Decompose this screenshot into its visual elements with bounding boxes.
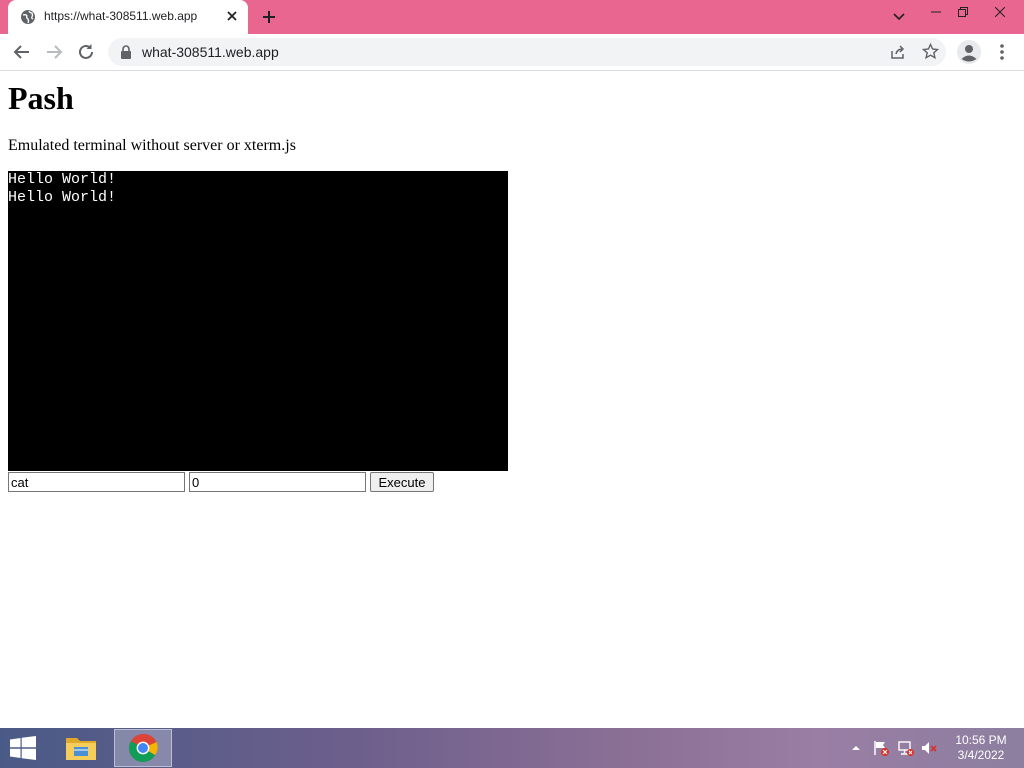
network-icon[interactable] xyxy=(898,740,914,756)
taskbar: 10:56 PM 3/4/2022 xyxy=(0,728,1024,768)
browser-tab-strip: https://what-308511.web.app xyxy=(0,0,1024,34)
lock-icon[interactable] xyxy=(120,45,132,59)
minimize-icon xyxy=(931,11,941,13)
chevron-down-icon xyxy=(893,13,905,21)
terminal-output: Hello World! Hello World! xyxy=(8,171,508,471)
back-arrow-icon[interactable] xyxy=(12,42,32,62)
argument-input[interactable] xyxy=(189,472,366,492)
chevron-up-icon[interactable] xyxy=(850,742,862,754)
page-title: Pash xyxy=(8,80,74,116)
execute-button[interactable]: Execute xyxy=(370,472,434,492)
taskbar-clock[interactable]: 10:56 PM 3/4/2022 xyxy=(944,733,1018,763)
terminal-line: Hello World! xyxy=(8,171,117,188)
page-subtitle: Emulated terminal without server or xter… xyxy=(8,137,296,154)
kebab-menu-icon[interactable] xyxy=(995,42,1009,62)
action-center-flag-icon[interactable] xyxy=(873,740,889,756)
terminal-line: Hello World! xyxy=(8,189,117,206)
reload-icon[interactable] xyxy=(76,42,96,62)
close-icon xyxy=(995,7,1005,17)
share-icon[interactable] xyxy=(890,44,906,60)
chrome-taskbar-button[interactable] xyxy=(114,729,172,767)
chrome-icon xyxy=(129,733,158,762)
forward-arrow-icon[interactable] xyxy=(44,42,64,62)
restore-icon xyxy=(958,7,968,17)
folder-icon[interactable] xyxy=(60,730,102,766)
address-bar[interactable]: what-308511.web.app xyxy=(108,38,946,66)
clock-time: 10:56 PM xyxy=(955,733,1007,747)
windows-start-icon[interactable] xyxy=(8,736,38,760)
plus-icon[interactable] xyxy=(261,9,277,25)
globe-icon xyxy=(21,10,35,24)
close-icon[interactable] xyxy=(224,8,240,24)
browser-tab[interactable]: https://what-308511.web.app xyxy=(8,0,248,34)
profile-icon[interactable] xyxy=(957,40,981,64)
tab-title: https://what-308511.web.app xyxy=(44,9,198,23)
star-icon[interactable] xyxy=(922,43,939,60)
close-window-button[interactable] xyxy=(976,0,1024,24)
url-text[interactable]: what-308511.web.app xyxy=(142,44,279,60)
volume-muted-icon[interactable] xyxy=(921,740,937,756)
minimize-button[interactable] xyxy=(922,0,950,24)
browser-toolbar: what-308511.web.app xyxy=(0,34,1024,71)
restore-button[interactable] xyxy=(950,0,976,24)
page-content: Pash Emulated terminal without server or… xyxy=(0,71,1024,728)
command-input[interactable] xyxy=(8,472,185,492)
tab-search-button[interactable] xyxy=(888,6,910,28)
clock-date: 3/4/2022 xyxy=(957,748,1005,762)
